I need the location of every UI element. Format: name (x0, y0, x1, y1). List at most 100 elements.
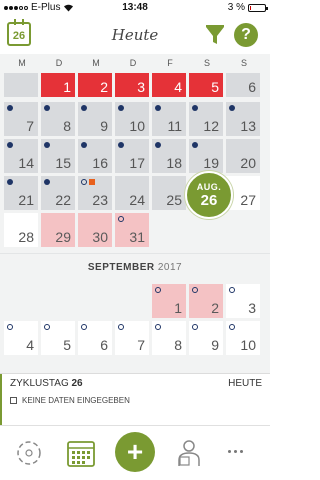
day-info-panel[interactable]: ZYKLUSTAG 26 HEUTE KEINE DATEN EINGEGEBE… (0, 373, 270, 426)
entry-marker-icon (44, 142, 50, 148)
day-number: 14 (18, 155, 34, 171)
calendar-day-cell[interactable]: 13 (226, 102, 260, 136)
calendar-day-cell[interactable]: 20 (226, 139, 260, 173)
calendar-day-cell[interactable]: 8 (152, 321, 186, 355)
calendar-day-cell[interactable]: 22 (41, 176, 75, 210)
entry-marker-icon (44, 105, 50, 111)
cycle-day: ZYKLUSTAG 26 (10, 378, 83, 389)
predicted-marker-icon (81, 324, 87, 330)
calendar-day-cell[interactable]: 21 (4, 176, 38, 210)
calendar-day-cell[interactable]: 1 (41, 73, 75, 97)
calendar-day-cell[interactable]: 4 (152, 73, 186, 97)
entry-marker-icon (118, 142, 124, 148)
day-number: 10 (240, 337, 256, 353)
day-number: 30 (92, 229, 108, 245)
calendar-day-cell[interactable]: 9 (189, 321, 223, 355)
calendar-nav-icon[interactable] (66, 438, 96, 468)
weekday-label: S (203, 58, 210, 68)
day-number: 6 (100, 337, 108, 353)
calendar-day-cell[interactable]: 2 (189, 284, 223, 318)
day-number: 28 (18, 229, 34, 245)
calendar-day-cell[interactable]: 15 (41, 139, 75, 173)
calendar-day-cell[interactable]: 10 (115, 102, 149, 136)
calendar-day-cell[interactable]: 6 (226, 73, 260, 97)
day-number: 17 (129, 155, 145, 171)
day-number: 15 (55, 155, 71, 171)
status-bar: E-Plus 13:48 3 % (0, 0, 270, 16)
calendar-day-cell[interactable]: 28 (4, 213, 38, 247)
calendar-day-cell[interactable]: 6 (78, 321, 112, 355)
calendar-day-cell[interactable]: 12 (189, 102, 223, 136)
day-number: 24 (129, 192, 145, 208)
calendar-day-cell[interactable]: 10 (226, 321, 260, 355)
calendar-day-cell[interactable]: 5 (41, 321, 75, 355)
calendar-day-cell[interactable]: 7 (4, 102, 38, 136)
predicted-marker-icon (229, 324, 235, 330)
filter-icon[interactable] (204, 24, 226, 46)
day-number: 12 (203, 118, 219, 134)
day-number: 25 (166, 192, 182, 208)
today-marker[interactable]: AUG. 26 (185, 171, 233, 219)
help-button[interactable]: ? (234, 23, 258, 47)
calendar-day-cell[interactable]: 4 (4, 321, 38, 355)
calendar-day-cell[interactable]: 8 (41, 102, 75, 136)
calendar-day-cell[interactable]: 18 (152, 139, 186, 173)
day-number: 9 (100, 118, 108, 134)
weekday-label: D (129, 58, 137, 68)
day-number: 8 (63, 118, 71, 134)
day-number: 19 (203, 155, 219, 171)
calendar-day-cell[interactable]: 30 (78, 213, 112, 247)
day-number: 13 (240, 118, 256, 134)
day-number: 11 (167, 118, 182, 134)
day-number: 7 (26, 118, 34, 134)
bottom-navigation: + (0, 425, 270, 480)
symptom-marker-icon (89, 179, 95, 185)
cycle-overview-icon[interactable] (14, 438, 44, 468)
month-year: 2017 (157, 262, 183, 273)
day-number: 5 (211, 79, 219, 95)
add-entry-button[interactable]: + (115, 432, 155, 472)
calendar-day-cell[interactable]: 2 (78, 73, 112, 97)
app-screen: E-Plus 13:48 3 % 26 Heute ? M D M D F S … (0, 0, 270, 480)
entry-marker-icon (155, 105, 161, 111)
weekday-label: S (240, 58, 247, 68)
calendar-day-cell[interactable]: 29 (41, 213, 75, 247)
calendar-day-cell[interactable]: 1 (152, 284, 186, 318)
predicted-marker-icon (44, 324, 50, 330)
calendar-day-cell[interactable]: 14 (4, 139, 38, 173)
day-number: 1 (63, 79, 71, 95)
doctor-icon[interactable] (174, 438, 204, 468)
more-icon[interactable] (228, 450, 243, 453)
calendar-day-cell[interactable]: 17 (115, 139, 149, 173)
calendar-day-cell[interactable]: 7 (115, 321, 149, 355)
today-month: AUG. (196, 182, 222, 192)
calendar-day-cell[interactable]: 5 (189, 73, 223, 97)
calendar-day-cell[interactable]: 25 (152, 176, 186, 210)
battery-group: 3 % (228, 2, 268, 13)
calendar-day-cell[interactable]: 3 (115, 73, 149, 97)
day-number: 3 (248, 300, 256, 316)
calendar-day-cell[interactable]: 11 (152, 102, 186, 136)
page-title: Heute (111, 26, 159, 44)
calendar-day-cell[interactable]: 24 (115, 176, 149, 210)
calendar-day-cell[interactable]: 3 (226, 284, 260, 318)
today-day: 26 (200, 192, 218, 209)
day-number: 8 (174, 337, 182, 353)
header: 26 Heute ? (0, 16, 270, 54)
calendar-day-cell[interactable]: 23 (78, 176, 112, 210)
entry-marker-icon (81, 105, 87, 111)
today-label: HEUTE (228, 378, 262, 389)
predicted-marker-icon (7, 324, 13, 330)
weekday-label: D (55, 58, 63, 68)
calendar-day-cell[interactable]: 16 (78, 139, 112, 173)
day-number: 2 (100, 79, 108, 95)
no-data-label: KEINE DATEN EINGEGEBEN (22, 396, 130, 405)
entry-marker-icon (44, 179, 50, 185)
day-number: 22 (55, 192, 71, 208)
calendar-day-cell[interactable]: 19 (189, 139, 223, 173)
entry-marker-icon (7, 179, 13, 185)
calendar-day-cell[interactable] (4, 73, 38, 97)
month-divider (0, 253, 270, 254)
calendar-day-cell[interactable]: 31 (115, 213, 149, 247)
calendar-day-cell[interactable]: 9 (78, 102, 112, 136)
